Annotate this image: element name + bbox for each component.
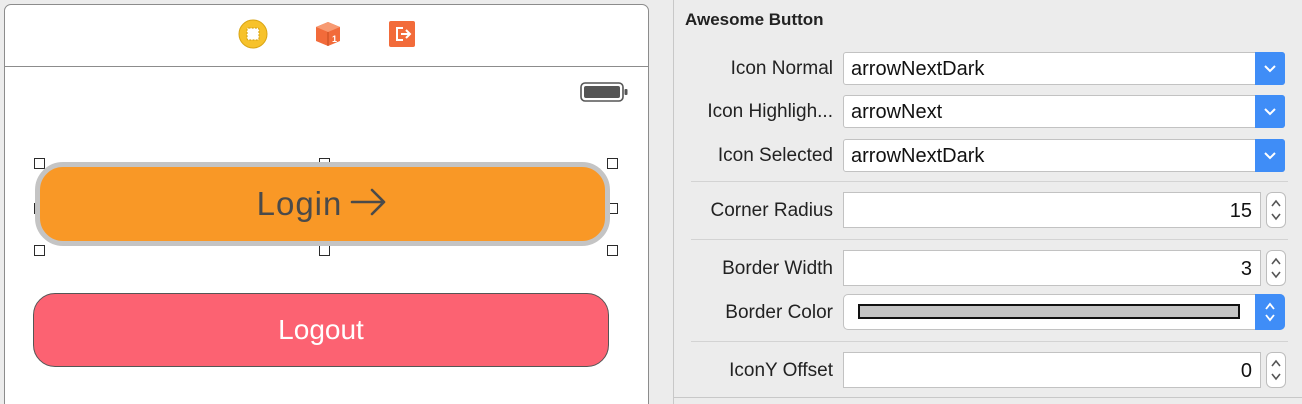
- chevron-down-icon[interactable]: [1255, 95, 1285, 128]
- section-separator: [691, 181, 1288, 182]
- icon-normal-label: Icon Normal: [730, 58, 833, 79]
- selection-handle[interactable]: [34, 245, 45, 256]
- icon-y-offset-field[interactable]: 0: [843, 352, 1261, 388]
- border-color-swatch[interactable]: [858, 304, 1240, 319]
- section-separator: [691, 239, 1288, 240]
- icon-y-offset-value[interactable]: 0: [1241, 360, 1252, 383]
- border-color-well[interactable]: [843, 294, 1285, 330]
- icon-normal-value[interactable]: arrowNextDark: [851, 58, 984, 81]
- icon-highlighted-combo[interactable]: arrowNext: [843, 95, 1285, 128]
- border-width-value[interactable]: 3: [1241, 258, 1252, 281]
- svg-text:1: 1: [332, 34, 337, 44]
- logout-button[interactable]: Logout: [33, 293, 609, 367]
- border-width-field[interactable]: 3: [843, 250, 1261, 286]
- selection-handle[interactable]: [319, 245, 330, 256]
- login-button[interactable]: Login: [35, 162, 610, 246]
- selection-handle[interactable]: [607, 245, 618, 256]
- icon-normal-combo[interactable]: arrowNextDark: [843, 52, 1285, 85]
- icon-selected-combo[interactable]: arrowNextDark: [843, 139, 1285, 172]
- selection-handle[interactable]: [607, 158, 618, 169]
- icon-selected-label: Icon Selected: [717, 145, 833, 166]
- corner-radius-label: Corner Radius: [710, 200, 834, 221]
- corner-radius-value[interactable]: 15: [1230, 200, 1252, 223]
- icon-y-offset-label: IconY Offset: [729, 360, 833, 381]
- battery-icon: [580, 81, 630, 108]
- up-down-chevron-icon[interactable]: [1255, 294, 1285, 330]
- icon-highlighted-label: Icon Highligh...: [707, 101, 833, 122]
- border-color-label: Border Color: [725, 302, 833, 323]
- exit-icon[interactable]: [387, 19, 417, 49]
- storyboard-canvas: 1 Login Logout: [0, 0, 656, 404]
- corner-radius-stepper[interactable]: [1266, 192, 1286, 228]
- chevron-down-icon[interactable]: [1255, 139, 1285, 172]
- logout-button-label: Logout: [278, 314, 364, 345]
- icon-selected-value[interactable]: arrowNextDark: [851, 145, 984, 168]
- arrow-right-icon: [350, 187, 388, 222]
- chevron-down-icon[interactable]: [1255, 52, 1285, 85]
- corner-radius-field[interactable]: 15: [843, 192, 1261, 228]
- section-separator: [674, 397, 1302, 398]
- icon-highlighted-value[interactable]: arrowNext: [851, 101, 942, 124]
- border-width-stepper[interactable]: [1266, 250, 1286, 286]
- attributes-inspector: Awesome Button Icon Normal arrowNextDark…: [674, 0, 1302, 404]
- first-responder-icon[interactable]: 1: [313, 19, 343, 49]
- selection-handle[interactable]: [34, 158, 45, 169]
- inspector-section-title: Awesome Button: [685, 10, 824, 29]
- section-separator: [691, 341, 1288, 342]
- scene-dock: 1: [5, 5, 648, 67]
- icon-y-offset-stepper[interactable]: [1266, 352, 1286, 388]
- login-button-label: Login: [256, 185, 343, 222]
- view-controller-icon[interactable]: [238, 19, 268, 49]
- border-width-label: Border Width: [722, 258, 833, 279]
